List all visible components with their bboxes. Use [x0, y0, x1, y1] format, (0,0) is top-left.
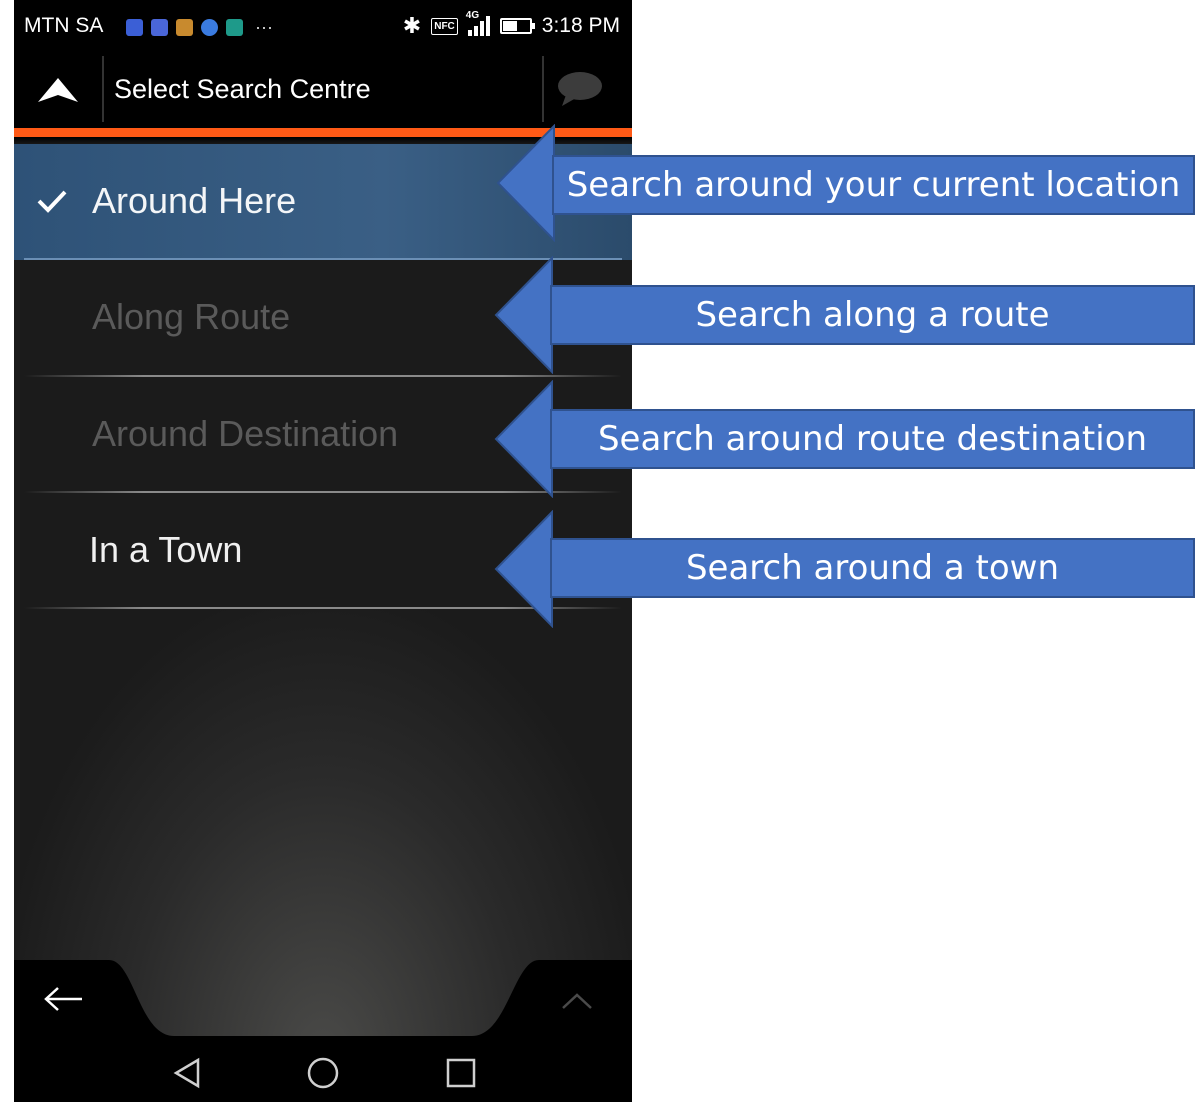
bottom-bar-shape [14, 960, 632, 1036]
status-bar: MTN SA ··· ✱ NFC 4G 3:18 PM [14, 0, 632, 56]
callout-current-location: Search around your current location [552, 155, 1195, 215]
menu-item-label: Along Route [92, 296, 291, 337]
back-arrow-icon [44, 987, 82, 1011]
square-recents-icon [446, 1058, 476, 1088]
network-type: 4G [465, 10, 480, 21]
callout-route-destination: Search around route destination [550, 409, 1195, 469]
header-divider-right [542, 56, 544, 122]
clock: 3:18 PM [541, 14, 620, 37]
menu-item-label: In a Town [89, 529, 243, 570]
overflow-notifications-icon: ··· [255, 17, 273, 37]
nav-recents-button[interactable] [444, 1056, 478, 1095]
nav-home-button[interactable] [306, 1056, 340, 1095]
bluetooth-icon: ✱ [402, 13, 422, 38]
callout-arrow-head [496, 124, 555, 242]
chevron-up-icon [562, 993, 592, 1009]
up-arrow-icon [38, 78, 78, 102]
speech-bubble-icon [558, 72, 602, 106]
nav-back-button[interactable] [170, 1056, 204, 1095]
system-navigation-bar [14, 1036, 632, 1102]
status-right: ✱ NFC 4G 3:18 PM [402, 10, 620, 39]
wallet-app-icon [176, 19, 193, 36]
header-divider [102, 56, 104, 122]
notification-icons: ··· [126, 17, 273, 37]
location-app-icon [126, 19, 143, 36]
circle-home-icon [307, 1057, 339, 1089]
nfc-icon: NFC [431, 17, 458, 35]
gallery-app-icon [226, 19, 243, 36]
callout-arrow-head [494, 256, 553, 374]
triangle-back-icon [173, 1057, 200, 1089]
signal-icon: 4G [466, 10, 490, 36]
callout-along-route: Search along a route [550, 285, 1195, 345]
checkmark-icon [37, 190, 67, 213]
carrier-label: MTN SA [24, 14, 104, 37]
menu-item-label: Around Destination [92, 413, 399, 454]
menu-item-label: Around Here [92, 180, 297, 221]
link-app-icon [151, 19, 168, 36]
drive-app-icon [201, 19, 218, 36]
callout-arrow-head [494, 380, 553, 498]
chat-button[interactable] [554, 70, 618, 116]
battery-icon [499, 18, 535, 34]
callout-town: Search around a town [550, 538, 1195, 598]
expand-button[interactable] [560, 990, 594, 1017]
page-title: Select Search Centre [114, 74, 371, 104]
up-button[interactable] [14, 56, 102, 128]
app-bar: Select Search Centre [14, 56, 632, 128]
back-button[interactable] [42, 984, 86, 1019]
callout-arrow-head [494, 510, 553, 628]
bottom-action-bar [14, 960, 632, 1036]
